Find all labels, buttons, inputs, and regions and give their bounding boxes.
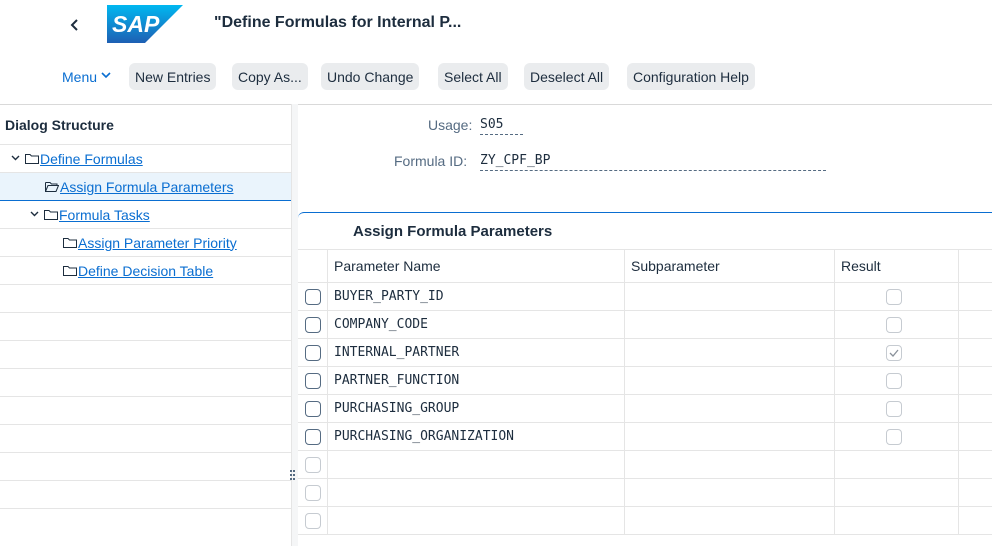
logo-text: SAP <box>112 11 160 37</box>
table-row[interactable]: BUYER_PARTY_ID <box>298 283 992 311</box>
subparameter-cell <box>624 395 834 422</box>
shell-bar: SAP "Define Formulas for Internal P... <box>0 0 992 50</box>
row-select-checkbox[interactable] <box>305 429 321 445</box>
parameter-name-cell: PARTNER_FUNCTION <box>327 367 624 394</box>
undo-change-button[interactable]: Undo Change <box>321 63 420 90</box>
formula-id-label: Formula ID: <box>394 153 468 169</box>
tree-item-assign-formula-parameters[interactable]: Assign Formula Parameters <box>0 173 291 201</box>
parameter-name-cell: PURCHASING_GROUP <box>327 395 624 422</box>
deselect-all-button[interactable]: Deselect All <box>524 63 610 90</box>
row-select-checkbox[interactable] <box>305 485 321 501</box>
toolbar: Menu New Entries Copy As... Undo Change … <box>0 58 992 96</box>
tree-item-label[interactable]: Define Decision Table <box>78 263 213 279</box>
table-header-row: Parameter Name Subparameter Result <box>298 249 992 283</box>
chevron-down-icon[interactable] <box>11 153 20 164</box>
folder-open-icon <box>45 182 59 192</box>
result-checkbox[interactable] <box>886 317 902 333</box>
tree-empty-row <box>0 369 291 397</box>
table-row-empty[interactable] <box>298 479 992 507</box>
parameter-name-cell: INTERNAL_PARTNER <box>327 339 624 366</box>
parameter-name-cell: BUYER_PARTY_ID <box>327 283 624 310</box>
row-select-checkbox[interactable] <box>305 345 321 361</box>
details-panel: Usage: S05 Formula ID: ZY_CPF_BP Assign … <box>298 104 992 546</box>
table-row[interactable]: INTERNAL_PARTNER <box>298 339 992 367</box>
result-checkbox[interactable] <box>886 289 902 305</box>
result-checkbox[interactable] <box>886 429 902 445</box>
checkmark-icon <box>889 349 899 357</box>
table-row-empty[interactable] <box>298 451 992 479</box>
tree-item-formula-tasks[interactable]: Formula Tasks <box>0 201 291 229</box>
table-title: Assign Formula Parameters <box>353 222 553 240</box>
row-select-checkbox[interactable] <box>305 289 321 305</box>
row-select-checkbox[interactable] <box>305 317 321 333</box>
tree-item-define-formulas[interactable]: Define Formulas <box>0 145 291 173</box>
table-row[interactable]: PARTNER_FUNCTION <box>298 367 992 395</box>
usage-field: S05 <box>480 117 523 135</box>
tree-empty-row <box>0 481 291 509</box>
tree-empty-row <box>0 453 291 481</box>
subparameter-cell <box>624 367 834 394</box>
configuration-help-button[interactable]: Configuration Help <box>627 63 755 90</box>
tree-item-label[interactable]: Assign Parameter Priority <box>78 235 237 251</box>
subparameter-cell <box>624 423 834 450</box>
tree-item-label[interactable]: Formula Tasks <box>59 207 150 223</box>
chevron-down-icon[interactable] <box>30 209 39 220</box>
row-select-checkbox[interactable] <box>305 457 321 473</box>
dialog-structure-panel: Dialog Structure Define Formulas Assign … <box>0 104 291 546</box>
column-header-result[interactable]: Result <box>834 250 958 282</box>
row-select-checkbox[interactable] <box>305 401 321 417</box>
tree-item-label[interactable]: Assign Formula Parameters <box>60 179 234 195</box>
parameter-name-cell: COMPANY_CODE <box>327 311 624 338</box>
result-checkbox[interactable] <box>886 345 902 361</box>
formula-id-field: ZY_CPF_BP <box>480 153 826 171</box>
tree-empty-row <box>0 313 291 341</box>
table-row[interactable]: COMPANY_CODE <box>298 311 992 339</box>
tree-empty-row <box>0 285 291 313</box>
subparameter-cell <box>624 339 834 366</box>
subparameter-cell <box>624 283 834 310</box>
folder-icon <box>63 266 77 276</box>
tree-empty-row <box>0 425 291 453</box>
menu-label: Menu <box>62 68 98 85</box>
parameter-name-cell: PURCHASING_ORGANIZATION <box>327 423 624 450</box>
back-button[interactable] <box>62 10 88 40</box>
usage-label: Usage: <box>428 117 473 133</box>
column-header-subparameter[interactable]: Subparameter <box>624 250 834 282</box>
folder-icon <box>25 154 39 164</box>
select-all-button[interactable]: Select All <box>438 63 508 90</box>
tree-item-define-decision-table[interactable]: Define Decision Table <box>0 257 291 285</box>
row-select-checkbox[interactable] <box>305 513 321 529</box>
result-checkbox[interactable] <box>886 373 902 389</box>
assign-formula-parameters-table: Assign Formula Parameters Parameter Name… <box>298 212 992 535</box>
tree-item-assign-parameter-priority[interactable]: Assign Parameter Priority <box>0 229 291 257</box>
table-row-empty[interactable] <box>298 507 992 535</box>
table-row[interactable]: PURCHASING_GROUP <box>298 395 992 423</box>
table-row[interactable]: PURCHASING_ORGANIZATION <box>298 423 992 451</box>
grip-icon[interactable] <box>290 470 295 484</box>
folder-icon <box>63 238 77 248</box>
tree-empty-row <box>0 341 291 369</box>
new-entries-button[interactable]: New Entries <box>129 63 217 90</box>
tree-empty-row <box>0 397 291 425</box>
copy-as-button[interactable]: Copy As... <box>232 63 308 90</box>
tree-item-label[interactable]: Define Formulas <box>40 151 143 167</box>
result-checkbox[interactable] <box>886 401 902 417</box>
subparameter-cell <box>624 311 834 338</box>
chevron-down-icon <box>101 71 111 82</box>
page-title: "Define Formulas for Internal P... <box>214 14 462 31</box>
column-header-filler <box>958 250 992 282</box>
dialog-structure-header: Dialog Structure <box>0 105 291 145</box>
column-header-parameter-name[interactable]: Parameter Name <box>327 250 624 282</box>
folder-icon <box>44 210 58 220</box>
row-select-checkbox[interactable] <box>305 373 321 389</box>
sap-logo: SAP <box>107 5 183 43</box>
select-column-header <box>298 250 327 282</box>
chevron-left-icon <box>70 19 78 31</box>
menu-button[interactable]: Menu <box>62 63 111 90</box>
